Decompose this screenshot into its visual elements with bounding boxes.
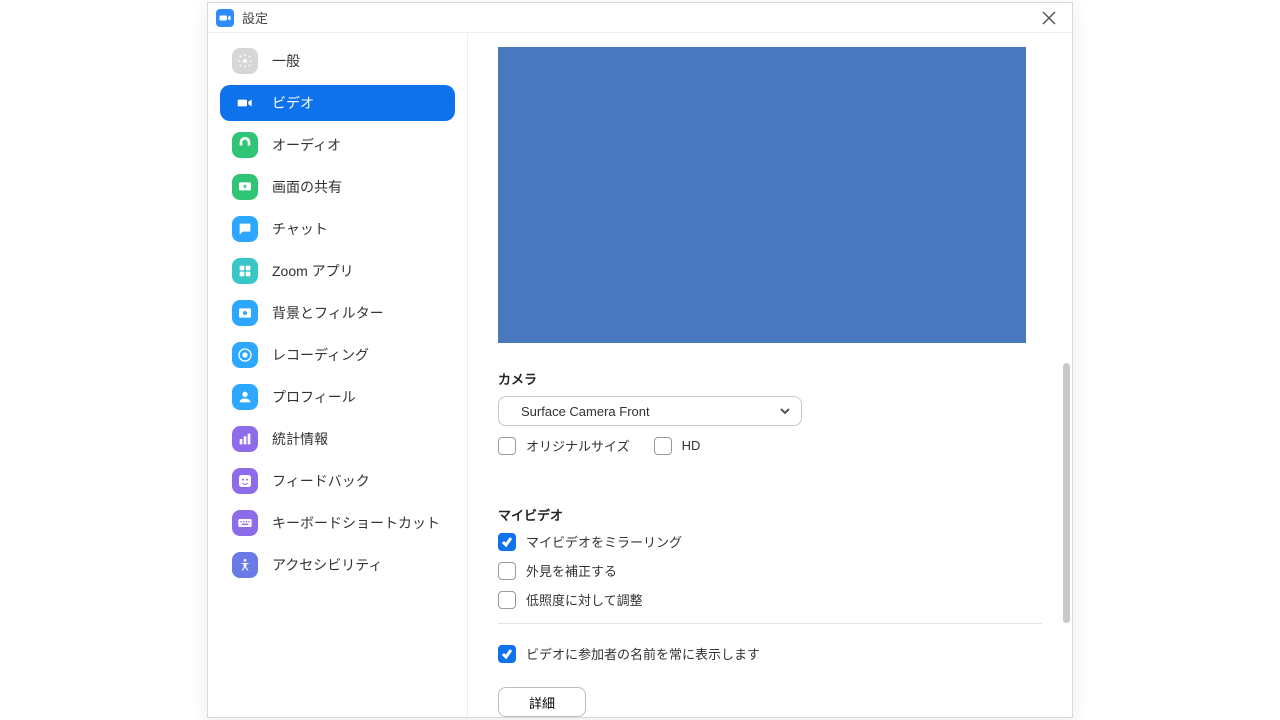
gear-icon — [232, 48, 258, 74]
sidebar-item-profile[interactable]: プロフィール — [220, 379, 455, 415]
checkbox-lowlight[interactable]: 低照度に対して調整 — [498, 590, 1042, 609]
sidebar-item-label: プロフィール — [272, 387, 356, 407]
checkbox-hd[interactable]: HD — [654, 437, 701, 455]
audio-icon — [232, 132, 258, 158]
sidebar-item-label: 画面の共有 — [272, 177, 342, 197]
chat-icon — [232, 216, 258, 242]
sidebar-item-access[interactable]: アクセシビリティ — [220, 547, 455, 583]
camera-section-label: カメラ — [498, 369, 1042, 388]
sidebar-item-label: キーボードショートカット — [272, 513, 440, 533]
apps-icon — [232, 258, 258, 284]
checkbox-touchup[interactable]: 外見を補正する — [498, 561, 1042, 580]
divider — [498, 623, 1042, 624]
close-button[interactable] — [1034, 3, 1064, 33]
sidebar-item-label: 背景とフィルター — [272, 303, 384, 323]
feedback-icon — [232, 468, 258, 494]
sidebar-item-label: 一般 — [272, 51, 300, 71]
sidebar-item-share[interactable]: 画面の共有 — [220, 169, 455, 205]
video-preview — [498, 47, 1026, 343]
checkbox-label: 低照度に対して調整 — [526, 590, 643, 609]
camera-selected-value: Surface Camera Front — [521, 404, 650, 419]
stats-icon — [232, 426, 258, 452]
sidebar-item-video[interactable]: ビデオ — [220, 85, 455, 121]
sidebar-item-label: フィードバック — [272, 471, 370, 491]
bg-icon — [232, 300, 258, 326]
myvideo-section-label: マイビデオ — [498, 505, 1042, 524]
settings-sidebar: 一般ビデオオーディオ画面の共有チャット Zoom アプリ背景とフィルターレコーディ… — [208, 33, 468, 717]
sidebar-item-chat[interactable]: チャット — [220, 211, 455, 247]
sidebar-item-label: ビデオ — [272, 93, 314, 113]
chevron-down-icon — [779, 405, 791, 417]
keyboard-icon — [232, 510, 258, 536]
sidebar-item-label: チャット — [272, 219, 328, 239]
sidebar-item-feedback[interactable]: フィードバック — [220, 463, 455, 499]
titlebar: 設定 — [208, 3, 1072, 33]
checkbox-label: 外見を補正する — [526, 561, 617, 580]
sidebar-item-rec[interactable]: レコーディング — [220, 337, 455, 373]
sidebar-item-apps[interactable]: Zoom アプリ — [220, 253, 455, 289]
video-icon — [232, 90, 258, 116]
sidebar-item-keyboard[interactable]: キーボードショートカット — [220, 505, 455, 541]
window-title: 設定 — [242, 8, 268, 27]
app-icon — [216, 9, 234, 27]
advanced-button[interactable]: 詳細 — [498, 687, 586, 717]
sidebar-item-audio[interactable]: オーディオ — [220, 127, 455, 163]
sidebar-item-bg[interactable]: 背景とフィルター — [220, 295, 455, 331]
checkbox-label: オリジナルサイズ — [526, 436, 630, 455]
profile-icon — [232, 384, 258, 410]
sidebar-item-label: 統計情報 — [272, 429, 328, 449]
settings-dialog: 設定 一般ビデオオーディオ画面の共有チャット Zoom アプリ背景とフィルターレコ… — [207, 2, 1073, 718]
sidebar-item-label: オーディオ — [272, 135, 341, 155]
video-settings-panel: カメラ Surface Camera Front オリジナルサイズ HD マイビ… — [468, 33, 1072, 717]
checkbox-show-names[interactable]: ビデオに参加者の名前を常に表示します — [498, 644, 1042, 663]
checkbox-label: マイビデオをミラーリング — [526, 532, 682, 551]
sidebar-item-label: Zoom アプリ — [272, 261, 354, 281]
checkbox-label: ビデオに参加者の名前を常に表示します — [526, 644, 760, 663]
sidebar-item-label: レコーディング — [272, 345, 369, 365]
camera-dropdown[interactable]: Surface Camera Front — [498, 396, 802, 426]
sidebar-item-gear[interactable]: 一般 — [220, 43, 455, 79]
sidebar-item-stats[interactable]: 統計情報 — [220, 421, 455, 457]
scrollbar-thumb[interactable] — [1063, 363, 1070, 623]
checkbox-label: HD — [682, 438, 701, 453]
checkbox-original-size[interactable]: オリジナルサイズ — [498, 436, 630, 455]
checkbox-mirror[interactable]: マイビデオをミラーリング — [498, 532, 1042, 551]
rec-icon — [232, 342, 258, 368]
access-icon — [232, 552, 258, 578]
sidebar-item-label: アクセシビリティ — [272, 555, 382, 575]
share-icon — [232, 174, 258, 200]
